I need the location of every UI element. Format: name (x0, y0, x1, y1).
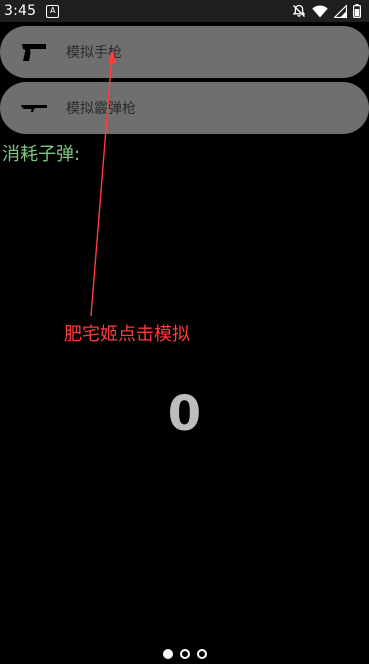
wifi-icon (312, 4, 328, 18)
notification-a-icon: A (46, 4, 60, 18)
page-dot[interactable] (196, 649, 207, 659)
simulate-shotgun-label: 模拟霰弹枪 (66, 101, 136, 117)
simulate-pistol-button[interactable]: 模拟手枪 (0, 26, 369, 78)
simulate-shotgun-button[interactable]: 模拟霰弹枪 (0, 82, 369, 134)
battery-icon (353, 4, 361, 18)
silent-alarm-icon (292, 4, 306, 18)
ammo-consumed-label: 消耗子弹: (2, 144, 81, 165)
cellular-signal-icon (334, 4, 347, 18)
status-bar: 3:45 A (0, 0, 369, 22)
pistol-icon (18, 40, 50, 64)
page-dot[interactable] (179, 649, 190, 659)
status-icons (292, 4, 361, 18)
status-time: 3:45 (4, 3, 37, 19)
ammo-counter: 0 (167, 386, 202, 442)
page-indicator (0, 649, 369, 659)
simulate-pistol-label: 模拟手枪 (66, 45, 122, 61)
page-dot[interactable] (162, 649, 173, 659)
annotation-text: 肥宅姬点击模拟 (64, 324, 190, 345)
shotgun-icon (18, 96, 50, 120)
